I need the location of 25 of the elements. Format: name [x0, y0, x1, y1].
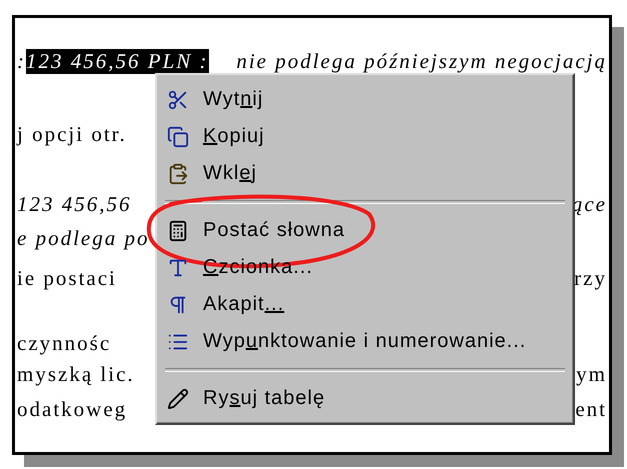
document-text: :: [17, 48, 26, 74]
selected-text: 123 456,56 PLN :: [26, 48, 209, 74]
document-text: czynnośc: [17, 330, 112, 356]
document-text: rzy: [574, 266, 607, 290]
document-text: odatkoweg: [17, 396, 128, 422]
document-text: ym: [576, 362, 607, 386]
menu-item[interactable]: Wypunktowanie i numerowanie...: [203, 330, 526, 353]
document-text: e podlega po: [17, 226, 150, 250]
document-text: myszką lic.: [17, 362, 135, 386]
scissors-icon: [167, 88, 189, 110]
document-text: ent: [575, 396, 607, 422]
menu-item[interactable]: Wklej: [203, 162, 257, 185]
calculator-icon: [167, 220, 189, 242]
pencil-icon: [167, 388, 189, 410]
document-text: ie postaci: [17, 266, 117, 290]
clipboard-icon: [167, 162, 189, 184]
menu-item[interactable]: Postać słowna: [203, 219, 345, 242]
document-text: 123 456,56: [17, 192, 132, 216]
copy-icon: [167, 126, 189, 148]
document-text: nie podlega późniejszym negocjacją: [236, 48, 607, 74]
document-text: j opcji otr.: [17, 122, 127, 146]
menu-item[interactable]: Kopiuj: [203, 125, 265, 148]
menu-item[interactable]: Akapit...: [203, 293, 284, 316]
menu-item[interactable]: Rysuj tabelę: [203, 387, 326, 410]
menu-item[interactable]: Wytnij: [203, 88, 264, 111]
